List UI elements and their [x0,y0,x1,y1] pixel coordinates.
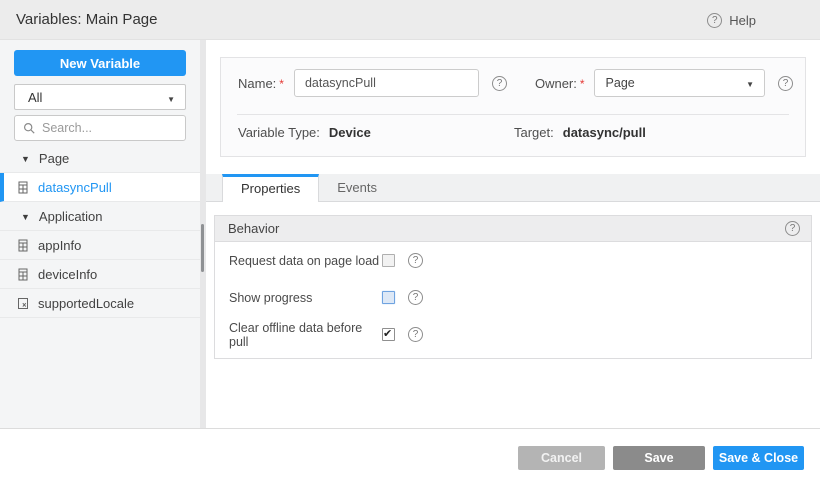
clear-offline-data-before-pull-checkbox[interactable] [382,328,395,341]
dialog-header: Variables: Main Page Help [0,0,820,40]
help-circle-icon [707,13,722,28]
model-variable-icon [17,297,29,310]
tree-node-label: deviceInfo [38,267,97,282]
cancel-button[interactable]: Cancel [518,446,605,470]
tab-events[interactable]: Events [319,174,395,202]
behavior-panel: Behavior Request data on page load Show p… [214,215,812,359]
property-row-request-data-on-page-load: Request data on page load [229,242,811,279]
owner-selected-value: Page [606,76,635,90]
page-title: Variables: Main Page [16,0,157,40]
help-icon[interactable] [408,290,423,305]
required-asterisk: * [279,77,284,91]
behavior-help-icon[interactable] [785,221,800,236]
property-row-clear-offline-data-before-pull: Clear offline data before pull [229,316,811,353]
new-variable-button[interactable]: New Variable [14,50,186,76]
property-label: Request data on page load [229,254,382,268]
help-icon[interactable] [408,327,423,342]
filter-selected-value: All [28,90,42,105]
sidebar-scrollbar-thumb[interactable] [201,224,204,272]
behavior-panel-header: Behavior [215,216,811,242]
property-label: Clear offline data before pull [229,321,382,349]
name-label: Name:* [238,76,284,91]
save-button[interactable]: Save [613,446,705,470]
tree-node-label: datasyncPull [38,180,112,195]
tree-group-application[interactable]: Application [0,202,200,231]
chevron-down-icon [167,90,175,105]
show-progress-checkbox[interactable] [382,291,395,304]
variable-type-label: Variable Type: [238,125,320,140]
tree-group-page[interactable]: Page [0,144,200,173]
variable-filter-select[interactable]: All [14,84,186,110]
triangle-down-icon [21,158,30,159]
variable-detail-panel: Name:* Owner:* Page Variable Type: Device… [206,40,820,428]
tree-item-datasyncpull[interactable]: datasyncPull [0,173,200,202]
name-field[interactable] [294,69,479,97]
required-asterisk: * [580,77,585,91]
property-label: Show progress [229,291,382,305]
device-variable-icon [17,268,29,281]
owner-help-icon[interactable] [778,76,793,91]
search-input[interactable] [42,121,177,135]
help-icon[interactable] [408,253,423,268]
tree-node-label: Application [39,209,103,224]
variable-summary-card: Name:* Owner:* Page Variable Type: Device… [220,57,806,157]
target-value: datasync/pull [563,125,646,140]
tree-item-supportedlocale[interactable]: supportedLocale [0,289,200,318]
variable-search[interactable] [14,115,186,141]
save-and-close-button[interactable]: Save & Close [713,446,804,470]
behavior-title: Behavior [228,221,279,236]
detail-tabbar: Properties Events [206,174,820,202]
search-icon [23,122,36,135]
help-label: Help [729,13,756,28]
target-row: Target: datasync/pull [514,125,646,140]
tree-node-label: supportedLocale [38,296,134,311]
variables-sidebar: New Variable All Page datasyncPull Applica… [0,40,200,428]
target-label: Target: [514,125,554,140]
tree-item-appinfo[interactable]: appInfo [0,231,200,260]
owner-label: Owner:* [535,76,585,91]
tree-item-deviceinfo[interactable]: deviceInfo [0,260,200,289]
card-divider [237,114,789,115]
variable-type-row: Variable Type: Device [238,125,371,140]
device-variable-icon [17,181,29,194]
dialog-footer: Cancel Save Save & Close [0,428,820,487]
triangle-down-icon [21,216,30,217]
variables-dialog: Variables: Main Page Help New Variable A… [0,0,820,487]
behavior-panel-body: Request data on page load Show progress Cl… [215,242,811,358]
owner-select[interactable]: Page [594,69,765,97]
variable-tree: Page datasyncPull Application appInfo device… [0,144,200,318]
device-variable-icon [17,239,29,252]
help-button[interactable]: Help [707,0,756,40]
tree-node-label: Page [39,151,69,166]
tree-node-label: appInfo [38,238,81,253]
request-data-on-page-load-checkbox[interactable] [382,254,395,267]
name-help-icon[interactable] [492,76,507,91]
variable-type-value: Device [329,125,371,140]
chevron-down-icon [746,76,754,90]
tab-properties[interactable]: Properties [222,174,319,202]
property-row-show-progress: Show progress [229,279,811,316]
